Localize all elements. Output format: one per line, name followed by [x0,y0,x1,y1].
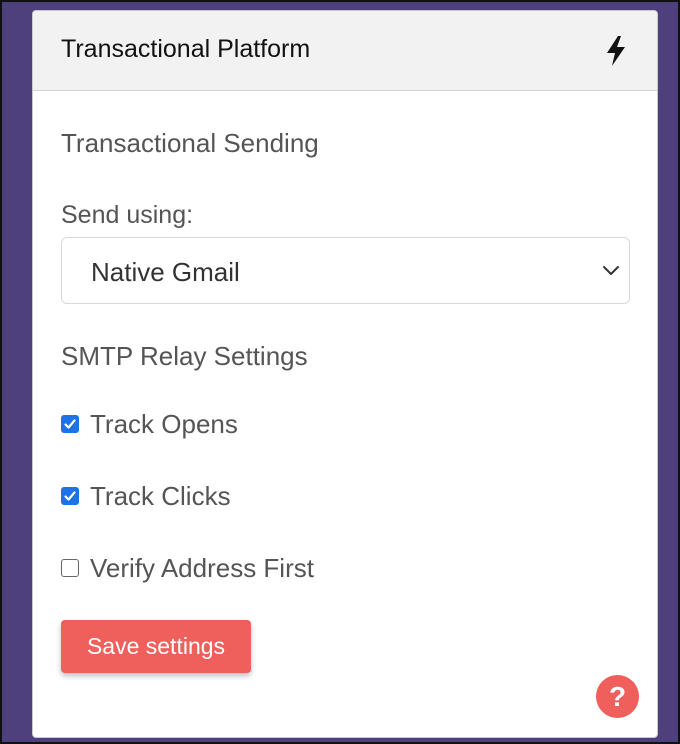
send-using-selected-value: Native Gmail [91,257,240,287]
track-clicks-label: Track Clicks [90,480,231,511]
verify-address-first-checkbox[interactable] [61,559,79,577]
transactional-sending-heading: Transactional Sending [61,128,319,158]
send-using-label: Send using: [61,201,194,229]
transactional-platform-panel: Transactional Platform Transactional Sen… [32,10,658,738]
help-icon[interactable]: ? [596,675,639,718]
track-opens-option[interactable]: Track Opens [61,408,238,440]
track-clicks-checkbox[interactable] [61,487,79,505]
track-opens-checkbox[interactable] [61,415,79,433]
chevron-down-icon [603,266,619,275]
panel-title: Transactional Platform [61,35,311,63]
send-using-select[interactable]: Native Gmail [61,237,630,304]
track-clicks-option[interactable]: Track Clicks [61,480,231,512]
bolt-icon [607,36,625,66]
smtp-relay-settings-heading: SMTP Relay Settings [61,341,308,371]
track-opens-label: Track Opens [90,408,238,439]
save-settings-button[interactable]: Save settings [61,620,251,673]
panel-header: Transactional Platform [33,11,657,91]
verify-address-first-option[interactable]: Verify Address First [61,552,314,584]
verify-address-first-label: Verify Address First [90,552,314,583]
